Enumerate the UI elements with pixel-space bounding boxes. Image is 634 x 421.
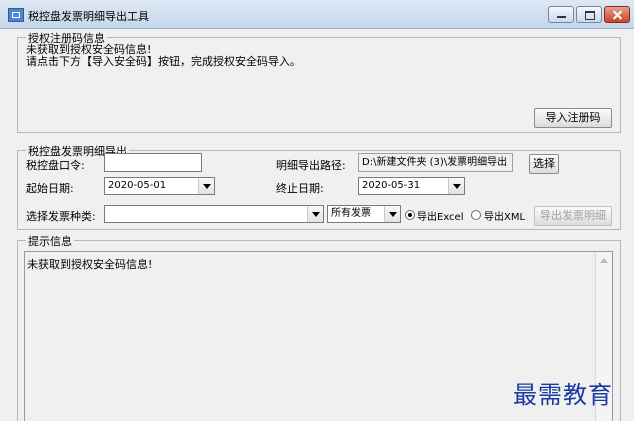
auth-info-group: 授权注册码信息 未获取到授权安全码信息! 请点击下方【导入安全码】按钮，完成授权… bbox=[17, 30, 621, 133]
chevron-down-icon[interactable] bbox=[198, 178, 214, 194]
end-date-value: 2020-05-31 bbox=[362, 180, 421, 191]
title-bar: 税控盘发票明细导出工具 bbox=[0, 0, 634, 29]
minimize-button[interactable] bbox=[548, 6, 574, 23]
app-icon bbox=[8, 8, 24, 22]
export-path-label: 明细导出路径: bbox=[276, 159, 346, 172]
export-xml-radio[interactable] bbox=[471, 210, 481, 220]
invoice-type-select[interactable] bbox=[104, 205, 324, 223]
maximize-button[interactable] bbox=[576, 6, 602, 23]
invoice-filter-value: 所有发票 bbox=[331, 208, 371, 219]
start-date-label: 起始日期: bbox=[26, 182, 74, 195]
chevron-down-icon[interactable] bbox=[307, 206, 323, 222]
app-window: 税控盘发票明细导出工具 授权注册码信息 未获取到授权安全码信息! 请点击下方【导… bbox=[0, 0, 634, 421]
password-input[interactable] bbox=[104, 153, 202, 172]
watermark-logo: 最需教育 bbox=[513, 381, 613, 409]
start-date-picker[interactable]: 2020-05-01 bbox=[104, 177, 215, 195]
export-invoice-details-button[interactable]: 导出发票明细 bbox=[534, 206, 612, 226]
chevron-down-icon[interactable] bbox=[384, 206, 400, 222]
invoice-type-label: 选择发票种类: bbox=[26, 210, 96, 223]
scroll-up-arrow-icon[interactable] bbox=[600, 258, 608, 263]
password-label: 税控盘口令: bbox=[26, 159, 85, 172]
export-path-field[interactable]: D:\新建文件夹 (3)\发票明细导出 bbox=[358, 153, 513, 172]
window-title: 税控盘发票明细导出工具 bbox=[28, 10, 149, 23]
hint-legend: 提示信息 bbox=[26, 233, 74, 249]
hint-message: 未获取到授权安全码信息! bbox=[27, 258, 153, 271]
invoice-filter-select[interactable]: 所有发票 bbox=[327, 205, 401, 223]
export-excel-label: 导出Excel bbox=[417, 212, 464, 223]
close-button[interactable] bbox=[604, 6, 630, 23]
start-date-value: 2020-05-01 bbox=[108, 180, 167, 191]
auth-message-line2: 请点击下方【导入安全码】按钮，完成授权安全码导入。 bbox=[26, 55, 301, 68]
choose-path-button[interactable]: 选择 bbox=[529, 154, 559, 174]
end-date-label: 终止日期: bbox=[276, 182, 324, 195]
import-registration-code-button[interactable]: 导入注册码 bbox=[534, 108, 612, 128]
export-xml-label: 导出XML bbox=[484, 212, 526, 223]
chevron-down-icon[interactable] bbox=[448, 178, 464, 194]
invoice-export-group: 税控盘发票明细导出 税控盘口令: 明细导出路径: D:\新建文件夹 (3)\发票… bbox=[17, 143, 621, 230]
end-date-picker[interactable]: 2020-05-31 bbox=[358, 177, 465, 195]
export-excel-radio[interactable] bbox=[405, 210, 415, 220]
